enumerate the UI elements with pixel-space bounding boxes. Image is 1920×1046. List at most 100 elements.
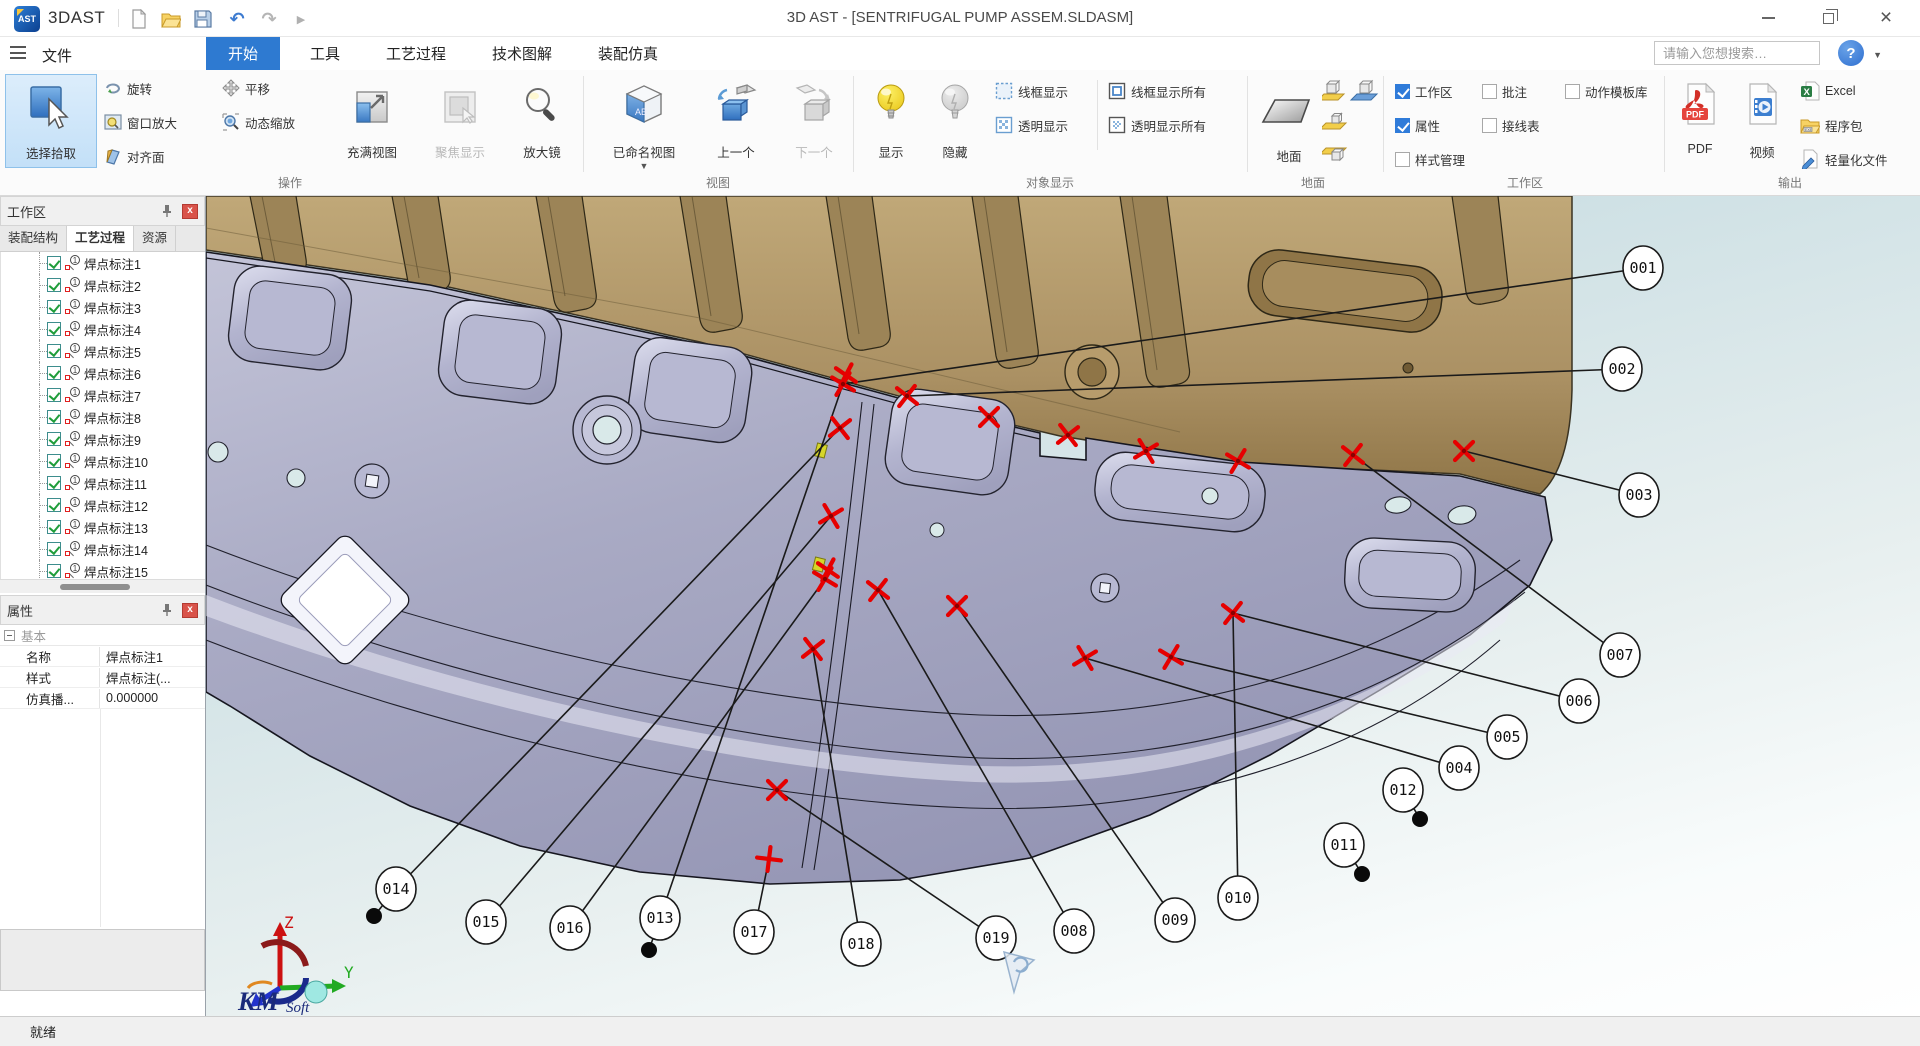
balloon-015[interactable]: 015 bbox=[466, 900, 506, 944]
transparent-display-all-button[interactable]: 透明显示所有 bbox=[1108, 114, 1206, 136]
balloon-005[interactable]: 005 bbox=[1487, 715, 1527, 759]
balloon-009[interactable]: 009 bbox=[1155, 898, 1195, 942]
transparent-display-button[interactable]: 透明显示 bbox=[995, 114, 1068, 136]
pin-icon[interactable] bbox=[160, 603, 174, 617]
tree-item-weld-annotation[interactable]: 1焊点标注14 bbox=[1, 538, 205, 560]
magnifier-button[interactable]: 放大镜 bbox=[506, 76, 578, 161]
tree-item-checkbox[interactable] bbox=[47, 564, 61, 578]
tab-process[interactable]: 工艺过程 bbox=[67, 222, 134, 251]
tree-item-weld-annotation[interactable]: 1焊点标注1 bbox=[1, 252, 205, 274]
minimize-button[interactable] bbox=[1748, 4, 1788, 32]
help-button[interactable]: ? bbox=[1838, 40, 1864, 66]
tree-item-checkbox[interactable] bbox=[47, 344, 61, 358]
tree-item-weld-annotation[interactable]: 1焊点标注11 bbox=[1, 472, 205, 494]
property-row-style[interactable]: 样式 焊点标注(... bbox=[0, 667, 205, 688]
tree-item-checkbox[interactable] bbox=[47, 454, 61, 468]
property-value[interactable]: 焊点标注(... bbox=[100, 668, 205, 687]
named-view-button[interactable]: AB 已命名视图 ▼ bbox=[596, 76, 692, 171]
tab-tools[interactable]: 工具 bbox=[292, 37, 358, 70]
dynamic-zoom-button[interactable]: 动态缩放 bbox=[222, 111, 295, 133]
tree-item-checkbox[interactable] bbox=[47, 542, 61, 556]
tree-item-checkbox[interactable] bbox=[47, 300, 61, 314]
tree-item-weld-annotation[interactable]: 1焊点标注7 bbox=[1, 384, 205, 406]
lightweight-file-button[interactable]: 轻量化文件 bbox=[1800, 148, 1888, 170]
balloon-010[interactable]: 010 bbox=[1218, 876, 1258, 920]
balloon-017[interactable]: 017 bbox=[734, 910, 774, 954]
checkbox-annotation[interactable]: 批注 bbox=[1482, 80, 1527, 102]
balloon-014[interactable]: 014 bbox=[376, 867, 416, 911]
named-view-dropdown-icon[interactable]: ▼ bbox=[640, 161, 649, 171]
tree-item-weld-annotation[interactable]: 1焊点标注13 bbox=[1, 516, 205, 538]
balloon-004[interactable]: 004 bbox=[1439, 746, 1479, 790]
hamburger-menu-icon[interactable] bbox=[10, 46, 26, 59]
tree-item-checkbox[interactable] bbox=[47, 256, 61, 270]
properties-section-basic[interactable]: 基本 bbox=[0, 625, 205, 646]
tab-home[interactable]: 开始 bbox=[206, 37, 280, 70]
balloon-008[interactable]: 008 bbox=[1054, 909, 1094, 953]
tree-item-checkbox[interactable] bbox=[47, 432, 61, 446]
menu-file[interactable]: 文件 bbox=[34, 43, 80, 68]
align-face-button[interactable]: 对齐面 bbox=[104, 145, 165, 167]
excel-export-button[interactable]: X Excel bbox=[1800, 80, 1856, 102]
property-row-name[interactable]: 名称 焊点标注1 bbox=[0, 646, 205, 667]
wireframe-display-button[interactable]: 线框显示 bbox=[995, 80, 1068, 102]
tree-item-weld-annotation[interactable]: 1焊点标注15 bbox=[1, 560, 205, 579]
search-input[interactable] bbox=[1655, 46, 1843, 61]
tab-resources[interactable]: 资源 bbox=[134, 223, 176, 251]
balloon-007[interactable]: 007 bbox=[1600, 633, 1640, 677]
restore-button[interactable] bbox=[1808, 4, 1848, 32]
tree-item-weld-annotation[interactable]: 1焊点标注10 bbox=[1, 450, 205, 472]
window-zoom-button[interactable]: 窗口放大 bbox=[104, 111, 177, 133]
balloon-001[interactable]: 001 bbox=[1623, 246, 1663, 290]
balloon-018[interactable]: 018 bbox=[841, 922, 881, 966]
property-value[interactable]: 0.000000 bbox=[100, 691, 205, 705]
tree-item-weld-annotation[interactable]: 1焊点标注4 bbox=[1, 318, 205, 340]
ground-button[interactable]: 地面 bbox=[1256, 80, 1322, 165]
properties-panel-close-button[interactable]: x bbox=[182, 603, 198, 618]
tab-assembly-structure[interactable]: 装配结构 bbox=[0, 223, 67, 251]
tree-item-checkbox[interactable] bbox=[47, 476, 61, 490]
tree-item-weld-annotation[interactable]: 1焊点标注5 bbox=[1, 340, 205, 362]
package-export-button[interactable]: EXE 程序包 bbox=[1800, 114, 1863, 136]
tree-item-checkbox[interactable] bbox=[47, 322, 61, 336]
checkbox-properties[interactable]: 属性 bbox=[1395, 114, 1440, 136]
tree-item-weld-annotation[interactable]: 1焊点标注6 bbox=[1, 362, 205, 384]
balloon-006[interactable]: 006 bbox=[1559, 679, 1599, 723]
tree-item-weld-annotation[interactable]: 1焊点标注8 bbox=[1, 406, 205, 428]
checkbox-wiring-table[interactable]: 接线表 bbox=[1482, 114, 1540, 136]
tree-item-weld-annotation[interactable]: 1焊点标注12 bbox=[1, 494, 205, 516]
checkbox-action-template-library[interactable]: 动作模板库 bbox=[1565, 80, 1648, 102]
3d-viewport[interactable]: 0010020030070060050040120110100090080190… bbox=[206, 196, 1920, 1016]
close-button[interactable]: × bbox=[1866, 4, 1906, 32]
tree-item-checkbox[interactable] bbox=[47, 366, 61, 380]
collapse-icon[interactable] bbox=[4, 630, 15, 641]
balloon-003[interactable]: 003 bbox=[1619, 473, 1659, 517]
checkbox-workspace[interactable]: 工作区 bbox=[1395, 80, 1453, 102]
balloon-016[interactable]: 016 bbox=[550, 906, 590, 950]
pdf-export-button[interactable]: PDF PDF bbox=[1672, 76, 1728, 156]
balloon-012[interactable]: 012 bbox=[1383, 768, 1423, 812]
balloon-013[interactable]: 013 bbox=[640, 896, 680, 940]
show-button[interactable]: 显示 bbox=[860, 76, 922, 161]
tree-horizontal-scrollbar[interactable] bbox=[0, 579, 205, 593]
tree-item-checkbox[interactable] bbox=[47, 410, 61, 424]
balloon-011[interactable]: 011 bbox=[1324, 823, 1364, 867]
video-export-button[interactable]: 视频 bbox=[1734, 76, 1790, 161]
fit-view-button[interactable]: 充满视图 bbox=[330, 76, 414, 161]
property-value[interactable]: 焊点标注1 bbox=[100, 647, 205, 666]
rotate-button[interactable]: 旋转 bbox=[104, 77, 152, 99]
select-pick-button[interactable]: 选择拾取 bbox=[5, 74, 97, 168]
tab-tech-illustration[interactable]: 技术图解 bbox=[474, 37, 570, 70]
tab-assembly-simulation[interactable]: 装配仿真 bbox=[580, 37, 676, 70]
tree-item-weld-annotation[interactable]: 1焊点标注2 bbox=[1, 274, 205, 296]
wireframe-display-all-button[interactable]: 线框显示所有 bbox=[1108, 80, 1206, 102]
workspace-panel-close-button[interactable]: x bbox=[182, 204, 198, 219]
tab-process[interactable]: 工艺过程 bbox=[368, 37, 464, 70]
tree-item-checkbox[interactable] bbox=[47, 388, 61, 402]
tree-item-checkbox[interactable] bbox=[47, 498, 61, 512]
help-dropdown-icon[interactable]: ▼ bbox=[1873, 50, 1882, 60]
hide-button[interactable]: 隐藏 bbox=[924, 76, 986, 161]
tree-item-weld-annotation[interactable]: 1焊点标注3 bbox=[1, 296, 205, 318]
checkbox-style-manager[interactable]: 样式管理 bbox=[1395, 148, 1465, 170]
tree-item-checkbox[interactable] bbox=[47, 520, 61, 534]
